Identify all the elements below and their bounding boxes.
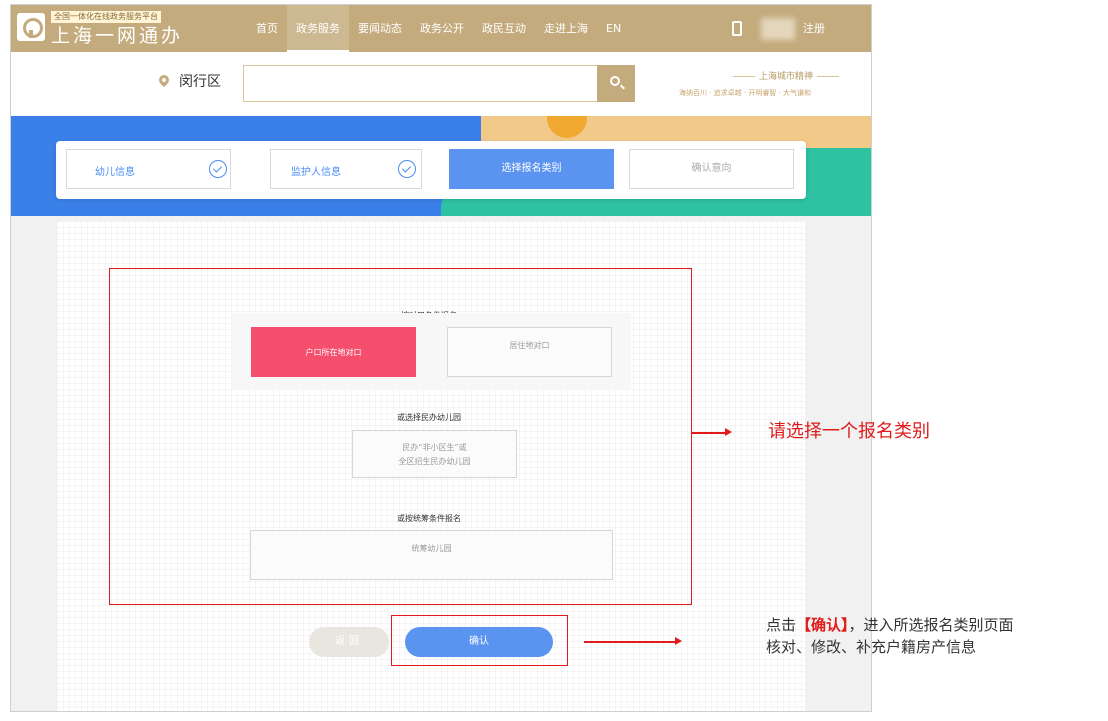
annotation-box-confirm [391,615,568,666]
nav-item-interact[interactable]: 政民互动 [473,5,535,52]
nav-item-services[interactable]: 政务服务 [287,5,349,52]
annotation-box-options [109,268,692,605]
step-child-info[interactable]: 幼儿信息 [66,149,231,189]
nav-item-home[interactable]: 首页 [247,5,287,52]
district-selector[interactable]: 闵行区 [179,71,221,91]
annotation-arrow [584,638,682,644]
user-login-blurred[interactable] [761,18,795,40]
top-nav-bar: 全国一体化在线政务服务平台 上海一网通办 首页 政务服务 要闻动态 政务公开 政… [11,5,871,52]
annotation-text: ，进入所选报名类别页面 [848,616,1014,634]
nav-item-about[interactable]: 走进上海 [535,5,597,52]
search-icon [610,76,620,86]
logo-tagline: 全国一体化在线政务服务平台 [51,11,161,23]
annotation-confirm-note: 点击【确认】，进入所选报名类别页面 核对、修改、补充户籍房产信息 [766,614,1014,658]
annotation-line: 点击【确认】，进入所选报名类别页面 [766,614,1014,636]
check-circle-icon [209,160,227,178]
step-label: 监护人信息 [291,167,341,178]
step-label: 幼儿信息 [95,167,135,178]
step-select-category[interactable]: 选择报名类别 [449,149,614,189]
location-pin-icon [156,72,172,88]
step-confirm-intent[interactable]: 确认意向 [629,149,794,189]
annotation-arrow [692,429,732,435]
search-input[interactable] [243,65,598,102]
annotation-text: 点击 [766,616,797,634]
slogan-title: 上海城市精神 [729,69,843,82]
nav-item-news[interactable]: 要闻动态 [349,5,411,52]
annotation-line: 核对、修改、补充户籍房产信息 [766,638,977,656]
mobile-icon[interactable] [732,21,742,36]
search-row: 闵行区 上海城市精神 海纳百川 · 追求卓越 · 开明睿智 · 大气谦和 [11,52,871,116]
back-button[interactable]: 返回 [309,627,389,657]
logo-icon[interactable] [17,13,45,41]
annotation-choose-hint: 请选择一个报名类别 [768,421,930,442]
search-button[interactable] [597,65,635,102]
step-guardian-info[interactable]: 监护人信息 [270,149,422,189]
step-progress-bar: 幼儿信息 监护人信息 选择报名类别 确认意向 [56,141,806,199]
register-link[interactable]: 注册 [803,5,825,52]
annotation-highlight: 【确认】 [796,616,849,634]
slogan-subtitle: 海纳百川 · 追求卓越 · 开明睿智 · 大气谦和 [679,89,812,97]
logo-name[interactable]: 上海一网通办 [51,25,183,47]
check-circle-icon [398,160,416,178]
nav-item-public[interactable]: 政务公开 [411,5,473,52]
nav-item-english[interactable]: EN [597,5,630,52]
main-nav: 首页 政务服务 要闻动态 政务公开 政民互动 走进上海 EN [247,5,630,52]
